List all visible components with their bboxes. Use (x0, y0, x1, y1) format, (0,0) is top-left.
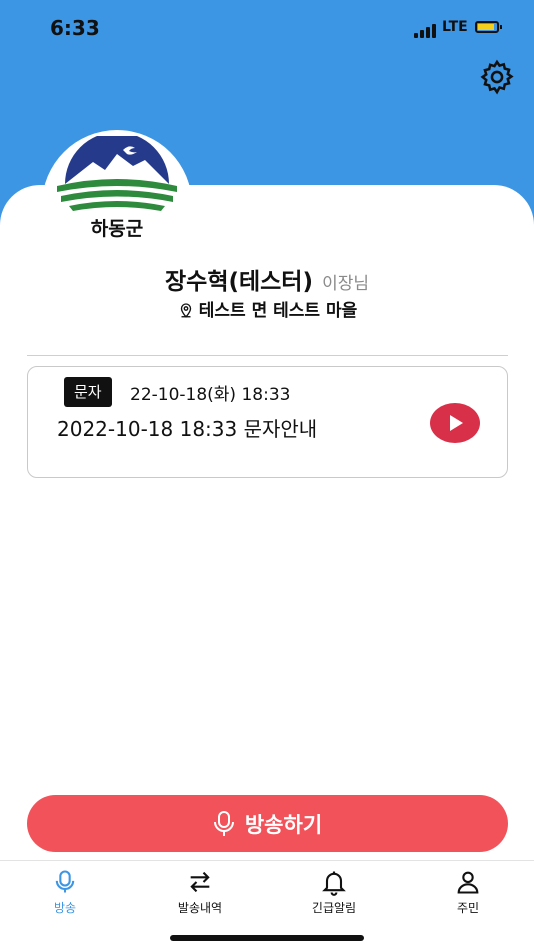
user-info: 장수혁(테스터) 이장님 (0, 262, 534, 296)
status-time: 6:33 (50, 16, 100, 40)
status-bar: 6:33 LTE (0, 0, 534, 56)
play-icon (450, 415, 463, 431)
user-role: 이장님 (322, 274, 369, 294)
network-label: LTE (442, 19, 468, 35)
play-button[interactable] (430, 403, 480, 443)
tab-send-history[interactable]: 발송내역 (150, 868, 250, 916)
broadcast-button-label: 방송하기 (244, 812, 323, 837)
hadong-logo (57, 136, 177, 211)
location-row: 테스트 면 테스트 마을 (0, 296, 534, 321)
message-type-badge: 문자 (64, 377, 112, 407)
signal-icon (414, 24, 436, 38)
message-title: 2022-10-18 18:33 문자안내 (57, 417, 318, 441)
swap-arrows-icon (190, 871, 210, 893)
microphone-icon (213, 810, 234, 836)
logo-text: 하동군 (90, 218, 144, 240)
gear-icon[interactable] (478, 58, 516, 96)
tab-residents[interactable]: 주민 (418, 868, 518, 916)
battery-icon (475, 21, 499, 33)
tab-label: 주민 (456, 901, 480, 915)
broadcast-button[interactable]: 방송하기 (27, 795, 508, 852)
tabbar-divider (0, 860, 534, 861)
person-icon (457, 871, 479, 894)
divider (27, 355, 508, 356)
message-datetime: 22-10-18(화) 18:33 (130, 385, 291, 405)
home-indicator[interactable] (170, 935, 364, 941)
tab-label: 발송내역 (177, 901, 223, 915)
tab-broadcast[interactable]: 방송 (15, 868, 115, 916)
message-card[interactable]: 문자 22-10-18(화) 18:33 2022-10-18 18:33 문자… (27, 366, 508, 478)
tab-emergency-alert[interactable]: 긴급알림 (284, 868, 384, 916)
tab-label: 방송 (53, 901, 77, 915)
bell-icon (322, 871, 346, 896)
user-name: 장수혁(테스터) (165, 269, 313, 295)
map-pin-icon (180, 303, 191, 318)
tab-label: 긴급알림 (311, 901, 357, 915)
microphone-icon (55, 870, 75, 893)
battery-tip (500, 25, 502, 29)
location-text: 테스트 면 테스트 마을 (198, 301, 358, 321)
